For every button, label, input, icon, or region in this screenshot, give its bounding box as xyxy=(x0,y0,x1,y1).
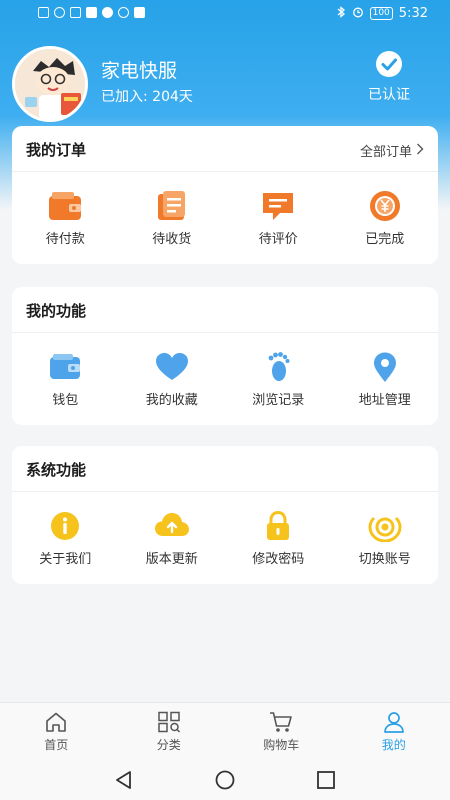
bluetooth-icon xyxy=(336,6,346,21)
tab-home-label: 首页 xyxy=(44,738,69,752)
status-bar: 100 5:32 xyxy=(0,0,450,28)
tab-category-label: 分类 xyxy=(156,738,181,752)
orders-header: 我的订单 全部订单 xyxy=(12,126,438,172)
cloud-upload-icon xyxy=(119,510,226,542)
status-right: 100 5:32 xyxy=(336,6,428,21)
status-left-icons xyxy=(38,7,145,18)
footprint-icon xyxy=(225,351,332,383)
join-duration: 已加入: 204天 xyxy=(101,89,193,105)
usb-icon xyxy=(70,7,81,18)
switch-account-icon xyxy=(332,510,439,542)
notification-icon xyxy=(118,7,129,18)
feature-favorites[interactable]: 我的收藏 xyxy=(119,333,226,425)
order-pending-payment-label: 待付款 xyxy=(45,232,85,247)
category-icon xyxy=(113,711,226,733)
comment-icon xyxy=(225,190,332,222)
order-pending-payment[interactable]: 待付款 xyxy=(12,172,119,264)
avatar[interactable] xyxy=(12,46,88,122)
user-name: 家电快服 xyxy=(101,60,178,82)
bottom-tab-bar: 首页 分类 购物车 我的 xyxy=(0,702,450,758)
tab-home[interactable]: 首页 xyxy=(0,703,113,758)
features-grid: 钱包 我的收藏 浏览记录 地址管理 xyxy=(12,333,438,425)
feature-wallet[interactable]: 钱包 xyxy=(12,333,119,425)
orders-card: 我的订单 全部订单 待付款 待收货 待评价 已完成 xyxy=(12,126,438,264)
certified-label: 已认证 xyxy=(368,87,410,103)
tab-mine-label: 我的 xyxy=(381,738,406,752)
feature-favorites-label: 我的收藏 xyxy=(145,393,198,408)
feature-history[interactable]: 浏览记录 xyxy=(225,333,332,425)
tab-cart-label: 购物车 xyxy=(263,738,300,752)
system-about[interactable]: 关于我们 xyxy=(12,492,119,584)
order-pending-review[interactable]: 待评价 xyxy=(225,172,332,264)
lock-icon xyxy=(225,510,332,542)
location-pin-icon xyxy=(332,351,439,383)
tab-cart[interactable]: 购物车 xyxy=(225,703,338,758)
sim-icon xyxy=(38,7,49,18)
package-icon xyxy=(119,190,226,222)
user-icon xyxy=(338,711,450,733)
order-completed-label: 已完成 xyxy=(365,232,405,247)
info-icon xyxy=(12,510,119,542)
recent-apps-button[interactable] xyxy=(316,770,336,794)
wifi-icon xyxy=(54,7,65,18)
app-notification-icon xyxy=(86,7,97,18)
system-password-label: 修改密码 xyxy=(252,552,305,567)
battery-icon: 100 xyxy=(369,7,393,20)
yen-coin-icon xyxy=(332,190,439,222)
feature-address-label: 地址管理 xyxy=(358,393,411,408)
system-switch-account-label: 切换账号 xyxy=(358,552,411,567)
orders-grid: 待付款 待收货 待评价 已完成 xyxy=(12,172,438,264)
chat-notification-icon xyxy=(102,7,113,18)
system-password[interactable]: 修改密码 xyxy=(225,492,332,584)
feature-wallet-label: 钱包 xyxy=(52,393,79,408)
system-title: 系统功能 xyxy=(26,461,87,479)
system-switch-account[interactable]: 切换账号 xyxy=(332,492,439,584)
wallet-icon xyxy=(12,190,119,222)
system-card: 系统功能 关于我们 版本更新 修改密码 切换账号 xyxy=(12,446,438,584)
system-navigation-bar xyxy=(0,758,450,800)
heart-icon xyxy=(119,351,226,383)
app-notification-icon-2 xyxy=(134,7,145,18)
tab-mine[interactable]: 我的 xyxy=(338,703,450,758)
back-button[interactable] xyxy=(114,770,134,794)
wallet-icon xyxy=(12,351,119,383)
home-button[interactable] xyxy=(214,770,236,794)
cart-icon xyxy=(225,711,338,733)
order-completed[interactable]: 已完成 xyxy=(332,172,439,264)
order-pending-receipt-label: 待收货 xyxy=(152,232,192,247)
feature-history-label: 浏览记录 xyxy=(252,393,305,408)
features-header: 我的功能 xyxy=(12,287,438,333)
check-circle-icon xyxy=(356,50,422,82)
feature-address[interactable]: 地址管理 xyxy=(332,333,439,425)
all-orders-label: 全部订单 xyxy=(359,145,412,160)
status-time: 5:32 xyxy=(398,6,428,21)
order-pending-review-label: 待评价 xyxy=(258,232,298,247)
system-update[interactable]: 版本更新 xyxy=(119,492,226,584)
certified-badge[interactable]: 已认证 xyxy=(356,50,422,106)
tab-category[interactable]: 分类 xyxy=(113,703,226,758)
system-update-label: 版本更新 xyxy=(145,552,198,567)
orders-title: 我的订单 xyxy=(26,141,87,159)
home-icon xyxy=(0,711,113,733)
system-about-label: 关于我们 xyxy=(39,552,92,567)
features-title: 我的功能 xyxy=(26,302,87,320)
all-orders-link[interactable]: 全部订单 xyxy=(360,141,424,160)
chevron-right-icon xyxy=(416,143,424,159)
system-grid: 关于我们 版本更新 修改密码 切换账号 xyxy=(12,492,438,584)
features-card: 我的功能 钱包 我的收藏 浏览记录 地址管理 xyxy=(12,287,438,425)
alarm-icon xyxy=(352,6,364,21)
system-header: 系统功能 xyxy=(12,446,438,492)
order-pending-receipt[interactable]: 待收货 xyxy=(119,172,226,264)
